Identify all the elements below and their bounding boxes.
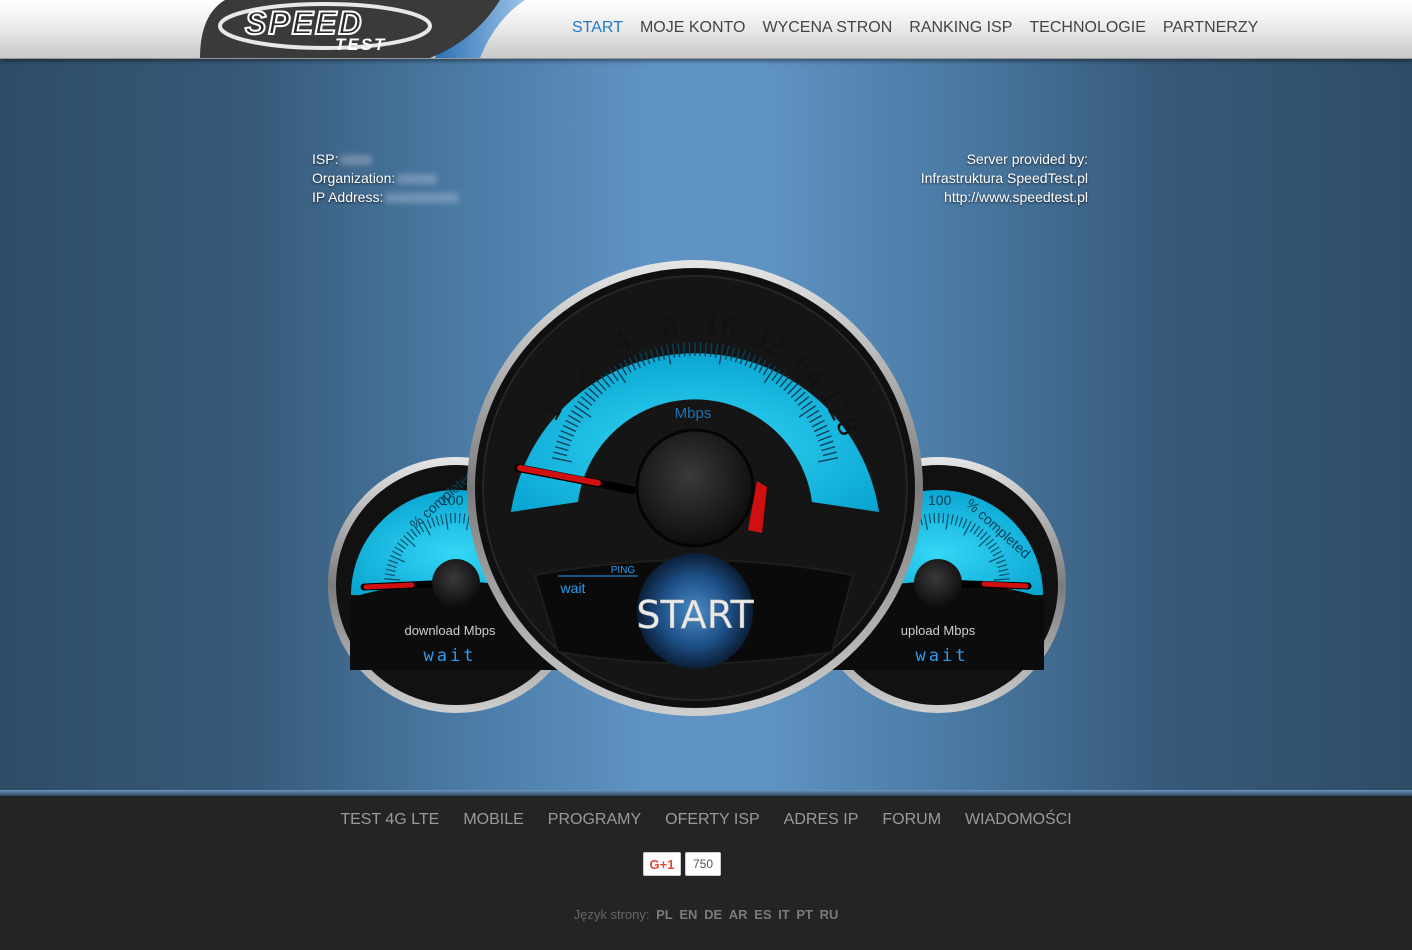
header-bar: SPEED TEST START MOJE KONTO WYCENA STRON…: [0, 0, 1412, 59]
isp-value-redacted: [340, 155, 373, 166]
download-unit-label: download Mbps: [404, 623, 496, 638]
upload-gauge-tick: [942, 513, 945, 524]
download-needle: [363, 582, 415, 590]
server-provider-name: Infrastruktura SpeedTest.pl: [920, 170, 1088, 186]
organization-label: Organization:: [312, 170, 396, 186]
main-gauge-tick: [699, 342, 702, 357]
footer-oferty-isp[interactable]: OFERTY ISP: [665, 811, 760, 829]
main-nav: START MOJE KONTO WYCENA STRON RANKING IS…: [572, 19, 1258, 39]
lang-es[interactable]: ES: [754, 907, 771, 922]
upload-gauge-tick: [933, 513, 936, 524]
lang-ar[interactable]: AR: [729, 907, 748, 922]
isp-label: ISP:: [312, 151, 339, 167]
nav-wycena-stron[interactable]: WYCENA STRON: [762, 19, 892, 39]
gplus-count: 750: [685, 852, 722, 876]
ping-label: PING: [611, 565, 636, 576]
logo-subtext: TEST: [335, 35, 386, 54]
main-scale-label: 16: [701, 309, 740, 345]
lang-pt[interactable]: PT: [796, 907, 813, 922]
main-gauge-tick: [688, 342, 691, 357]
main-knob: [635, 428, 755, 548]
upload-value: wait: [916, 646, 969, 666]
server-info: Server provided by: Infrastruktura Speed…: [921, 150, 1088, 207]
nav-start[interactable]: START: [572, 19, 623, 39]
upload-max-label: 100: [928, 492, 952, 508]
gplus-button[interactable]: G+1: [643, 852, 681, 876]
upload-knob: [914, 559, 962, 607]
lang-ru[interactable]: RU: [820, 907, 839, 922]
server-provided-label: Server provided by:: [966, 151, 1088, 167]
main-unit-label: Mbps: [675, 405, 712, 422]
download-gauge-tick: [449, 513, 452, 524]
footer-mobile[interactable]: MOBILE: [463, 811, 523, 829]
organization-value-redacted: [397, 174, 438, 185]
nav-moje-konto[interactable]: MOJE KONTO: [640, 19, 746, 39]
client-info: ISP: Organization: IP Address:: [312, 150, 460, 207]
download-value: wait: [424, 646, 477, 666]
gauge-cluster: % completed 100 download Mbps wait % com…: [320, 200, 1080, 730]
footer-programy[interactable]: PROGRAMY: [548, 811, 641, 829]
main-speed-gauge: 124 8 16 3264128 Mbps PING wait START: [467, 260, 923, 716]
nav-technologie[interactable]: TECHNOLOGIE: [1029, 19, 1145, 39]
footer-test-4g-lte[interactable]: TEST 4G LTE: [340, 811, 439, 829]
gplus-widget: G+1 750: [643, 852, 722, 876]
footer-adres-ip[interactable]: ADRES IP: [784, 811, 859, 829]
speedtest-logo[interactable]: SPEED TEST: [195, 0, 525, 58]
download-knob: [432, 559, 480, 607]
language-label: Język strony:: [573, 907, 650, 922]
lang-it[interactable]: IT: [778, 907, 790, 922]
nav-partnerzy[interactable]: PARTNERZY: [1163, 19, 1258, 39]
footer-wiadomosci[interactable]: WIADOMOŚCI: [965, 811, 1072, 829]
ping-value: wait: [560, 580, 586, 596]
footer-forum[interactable]: FORUM: [882, 811, 941, 829]
upload-needle: [981, 581, 1029, 589]
speedtest-main: ISP: Organization: IP Address: Server pr…: [0, 58, 1412, 790]
download-gauge-tick: [458, 513, 461, 524]
lang-de[interactable]: DE: [704, 907, 722, 922]
lang-pl[interactable]: PL: [656, 907, 673, 922]
nav-ranking-isp[interactable]: RANKING ISP: [909, 19, 1012, 39]
footer: TEST 4G LTE MOBILE PROGRAMY OFERTY ISP A…: [0, 796, 1412, 950]
lang-en[interactable]: EN: [679, 907, 697, 922]
start-label: START: [636, 593, 754, 637]
footer-nav: TEST 4G LTE MOBILE PROGRAMY OFERTY ISP A…: [0, 811, 1412, 829]
upload-unit-label: upload Mbps: [901, 623, 976, 638]
language-selector: Język strony: PL EN DE AR ES IT PT RU: [0, 907, 1412, 922]
download-max-label: 100: [440, 492, 464, 508]
